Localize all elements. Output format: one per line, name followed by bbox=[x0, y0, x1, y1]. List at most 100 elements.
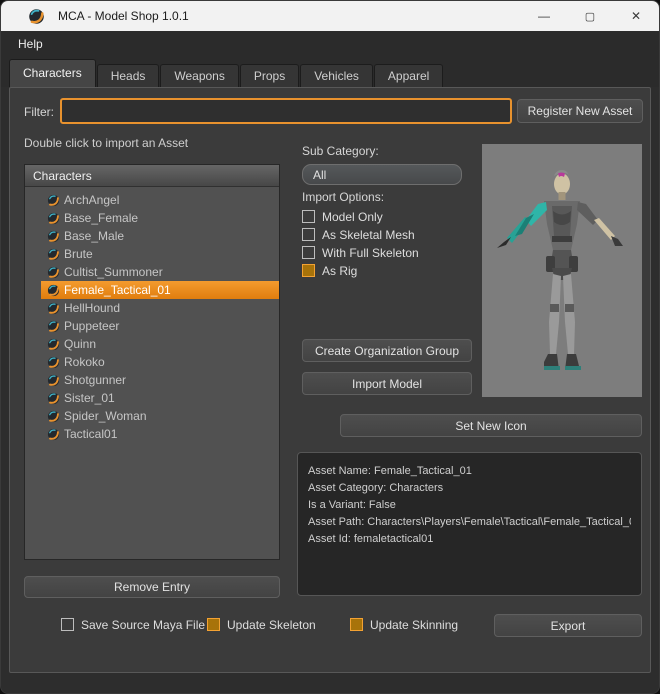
tab-weapons[interactable]: Weapons bbox=[160, 64, 239, 87]
window-controls: — ▢ ✕ bbox=[521, 1, 659, 31]
import-options-group: Model Only As Skeletal Mesh With Full Skel… bbox=[302, 209, 419, 278]
list-item[interactable]: Rokoko bbox=[41, 353, 279, 371]
list-item-label: Quinn bbox=[64, 337, 97, 351]
list-item[interactable]: Puppeteer bbox=[41, 317, 279, 335]
list-item[interactable]: Brute bbox=[41, 245, 279, 263]
list-item[interactable]: Base_Male bbox=[41, 227, 279, 245]
option-model-only-label: Model Only bbox=[322, 209, 383, 224]
option-with-full-skeleton-label: With Full Skeleton bbox=[322, 245, 419, 260]
option-update-skeleton-checkbox[interactable] bbox=[207, 618, 220, 631]
maya-asset-icon bbox=[47, 320, 60, 333]
maya-app-icon bbox=[28, 8, 45, 25]
title-bar: MCA - Model Shop 1.0.1 — ▢ ✕ bbox=[1, 1, 659, 31]
list-item-label: Base_Male bbox=[64, 229, 125, 243]
list-item[interactable]: Female_Tactical_01 bbox=[41, 281, 279, 299]
asset-info-box: Asset Name: Female_Tactical_01 Asset Cate… bbox=[297, 452, 642, 596]
option-update-skeleton-row: Update Skeleton bbox=[207, 617, 350, 632]
maya-asset-icon bbox=[47, 338, 60, 351]
option-update-skinning-row: Update Skinning bbox=[350, 617, 459, 632]
option-as-skeletal-mesh-checkbox[interactable] bbox=[302, 228, 315, 241]
option-update-skinning-checkbox[interactable] bbox=[350, 618, 363, 631]
option-as-skeletal-mesh-row: As Skeletal Mesh bbox=[302, 227, 419, 242]
maya-asset-icon bbox=[47, 230, 60, 243]
import-model-button[interactable]: Import Model bbox=[302, 372, 472, 395]
maya-asset-icon bbox=[47, 284, 60, 297]
list-item-label: Female_Tactical_01 bbox=[64, 283, 171, 297]
list-item[interactable]: Tactical01 bbox=[41, 425, 279, 443]
filter-label: Filter: bbox=[24, 105, 54, 119]
asset-info-line: Asset Category: Characters bbox=[308, 482, 444, 494]
tab-apparel[interactable]: Apparel bbox=[373, 64, 444, 87]
option-as-rig-label: As Rig bbox=[322, 263, 358, 278]
asset-info-line: Asset Path: Characters\Players\Female\Ta… bbox=[308, 516, 631, 528]
remove-entry-button[interactable]: Remove Entry bbox=[24, 576, 280, 598]
tab-vehicles[interactable]: Vehicles bbox=[300, 64, 373, 87]
create-organization-group-button[interactable]: Create Organization Group bbox=[302, 339, 472, 362]
menu-item-help[interactable]: Help bbox=[14, 35, 47, 53]
option-save-source-maya-file-label: Save Source Maya File bbox=[81, 617, 206, 632]
list-item-label: Brute bbox=[64, 247, 93, 261]
app-window: MCA - Model Shop 1.0.1 — ▢ ✕ Help Charac… bbox=[0, 0, 660, 694]
maya-asset-icon bbox=[47, 194, 60, 207]
maya-asset-icon bbox=[47, 266, 60, 279]
export-button[interactable]: Export bbox=[494, 614, 642, 637]
list-item[interactable]: ArchAngel bbox=[41, 191, 279, 209]
list-item-label: Spider_Woman bbox=[64, 409, 147, 423]
tab-bar: Characters Heads Weapons Props Vehicles Appar… bbox=[1, 57, 659, 87]
option-as-rig-checkbox[interactable] bbox=[302, 264, 315, 277]
option-save-source-maya-file-checkbox[interactable] bbox=[61, 618, 74, 631]
option-model-only-checkbox[interactable] bbox=[302, 210, 315, 223]
close-button[interactable]: ✕ bbox=[613, 1, 659, 31]
list-item[interactable]: HellHound bbox=[41, 299, 279, 317]
list-item[interactable]: Quinn bbox=[41, 335, 279, 353]
window-title: MCA - Model Shop 1.0.1 bbox=[58, 9, 189, 23]
tab-props[interactable]: Props bbox=[239, 64, 300, 87]
list-item-label: Sister_01 bbox=[64, 391, 115, 405]
asset-list-header[interactable]: Characters bbox=[25, 165, 279, 187]
set-new-icon-button[interactable]: Set New Icon bbox=[340, 414, 642, 437]
list-item[interactable]: Spider_Woman bbox=[41, 407, 279, 425]
asset-list-body: ArchAngel Base_Female Base_Male Brute Cu… bbox=[25, 187, 279, 443]
option-with-full-skeleton-checkbox[interactable] bbox=[302, 246, 315, 259]
list-item-label: Rokoko bbox=[64, 355, 105, 369]
option-with-full-skeleton-row: With Full Skeleton bbox=[302, 245, 419, 260]
maya-asset-icon bbox=[47, 392, 60, 405]
tab-heads[interactable]: Heads bbox=[96, 64, 160, 87]
tab-characters[interactable]: Characters bbox=[9, 59, 96, 87]
maya-asset-icon bbox=[47, 212, 60, 225]
maya-asset-icon bbox=[47, 410, 60, 423]
minimize-button[interactable]: — bbox=[521, 1, 567, 31]
menu-bar: Help bbox=[1, 31, 659, 57]
maya-asset-icon bbox=[47, 374, 60, 387]
list-item[interactable]: Cultist_Summoner bbox=[41, 263, 279, 281]
maya-asset-icon bbox=[47, 428, 60, 441]
import-options-label: Import Options: bbox=[302, 190, 385, 204]
import-hint-label: Double click to import an Asset bbox=[24, 136, 189, 150]
asset-info-line: Asset Name: Female_Tactical_01 bbox=[308, 465, 472, 477]
asset-preview-image bbox=[482, 144, 642, 397]
filter-input[interactable] bbox=[60, 98, 512, 124]
list-item-label: Base_Female bbox=[64, 211, 139, 225]
list-item[interactable]: Base_Female bbox=[41, 209, 279, 227]
register-new-asset-button[interactable]: Register New Asset bbox=[517, 99, 643, 123]
sub-category-dropdown[interactable]: All bbox=[302, 164, 462, 185]
maya-asset-icon bbox=[47, 302, 60, 315]
maximize-button[interactable]: ▢ bbox=[567, 1, 613, 31]
list-item-label: HellHound bbox=[64, 301, 121, 315]
character-render bbox=[482, 144, 642, 397]
asset-list: Characters ArchAngel Base_Female Base_Ma… bbox=[24, 164, 280, 560]
sub-category-label: Sub Category: bbox=[302, 144, 379, 158]
asset-info-line: Asset Id: femaletactical01 bbox=[308, 533, 434, 545]
list-item-label: Tactical01 bbox=[64, 427, 118, 441]
option-as-skeletal-mesh-label: As Skeletal Mesh bbox=[322, 227, 415, 242]
list-item-label: Shotgunner bbox=[64, 373, 127, 387]
window-bottom-margin bbox=[1, 673, 659, 693]
export-options-row: Save Source Maya File Update Skeleton Upda… bbox=[61, 617, 459, 632]
list-item[interactable]: Shotgunner bbox=[41, 371, 279, 389]
option-update-skinning-label: Update Skinning bbox=[370, 617, 459, 632]
option-as-rig-row: As Rig bbox=[302, 263, 419, 278]
option-update-skeleton-label: Update Skeleton bbox=[227, 617, 316, 632]
list-item-label: ArchAngel bbox=[64, 193, 120, 207]
maya-asset-icon bbox=[47, 248, 60, 261]
list-item[interactable]: Sister_01 bbox=[41, 389, 279, 407]
